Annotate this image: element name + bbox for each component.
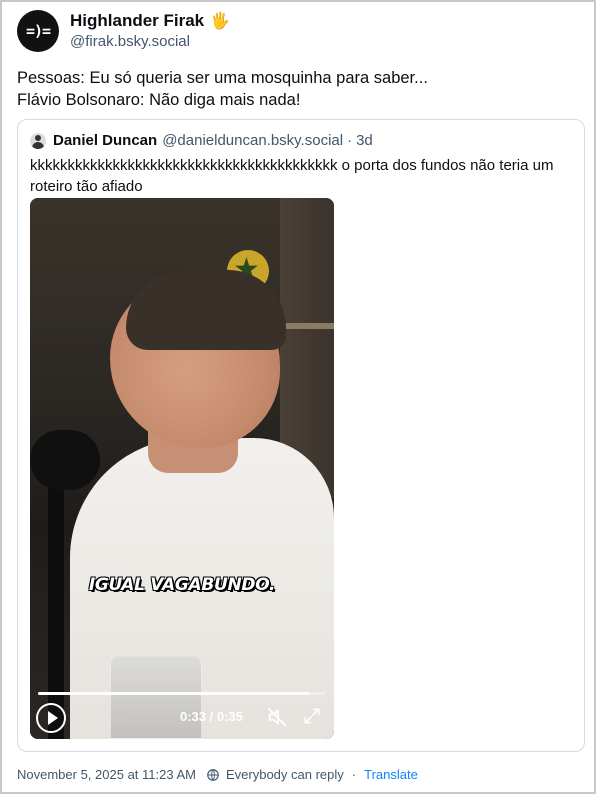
- display-name-text: Highlander Firak: [70, 11, 205, 30]
- hand-emoji-icon: 🖐: [210, 13, 231, 30]
- fullscreen-icon[interactable]: [302, 706, 322, 726]
- post-timestamp[interactable]: November 5, 2025 at 11:23 AM: [17, 767, 196, 782]
- quoted-post-header: Daniel Duncan @danielduncan.bsky.social …: [30, 132, 373, 149]
- quoted-post-text: kkkkkkkkkkkkkkkkkkkkkkkkkkkkkkkkkkkkkkkk…: [30, 157, 554, 195]
- video-person-hair: [126, 270, 286, 350]
- post-text-line: Flávio Bolsonaro: Não diga mais nada!: [17, 91, 301, 109]
- avatar-text: =)=: [25, 22, 51, 40]
- play-button[interactable]: [36, 703, 66, 733]
- reply-setting[interactable]: Everybody can reply: [226, 767, 344, 782]
- post-text-line: Pessoas: Eu só queria ser uma mosquinha …: [17, 69, 428, 87]
- author-handle[interactable]: @firak.bsky.social: [70, 33, 190, 50]
- author-display-name[interactable]: Highlander Firak 🖐: [70, 11, 230, 31]
- post-footer: November 5, 2025 at 11:23 AM Everybody c…: [17, 767, 418, 782]
- video-microphone: [30, 430, 100, 490]
- quoted-post-card[interactable]: Daniel Duncan @danielduncan.bsky.social …: [17, 119, 585, 752]
- muted-speaker-icon[interactable]: [266, 706, 288, 728]
- video-glass: [110, 656, 202, 739]
- video-progress-bar[interactable]: [38, 692, 326, 695]
- quoted-author-handle[interactable]: @danielduncan.bsky.social: [162, 132, 343, 149]
- post-text: Pessoas: Eu só queria ser uma mosquinha …: [17, 67, 583, 111]
- quoted-post-age[interactable]: 3d: [356, 132, 373, 149]
- video-mic-stand: [48, 478, 64, 739]
- quoted-author-name[interactable]: Daniel Duncan: [53, 132, 157, 149]
- quoted-author-avatar[interactable]: [30, 132, 46, 149]
- post-frame: =)= Highlander Firak 🖐 @firak.bsky.social…: [0, 0, 596, 794]
- globe-icon: [207, 768, 219, 781]
- video-time: 0:33 / 0:35: [180, 709, 243, 724]
- separator-dot: ·: [351, 767, 357, 782]
- video-player[interactable]: IGUAL VAGABUNDO. 0:33 / 0:35: [30, 198, 334, 739]
- separator-dot: ·: [347, 132, 353, 149]
- video-progress-fill: [38, 692, 309, 695]
- translate-link[interactable]: Translate: [364, 767, 418, 782]
- author-avatar[interactable]: =)=: [17, 10, 59, 52]
- video-caption: IGUAL VAGABUNDO.: [88, 575, 276, 595]
- video-background-shelf-edge: [285, 323, 334, 329]
